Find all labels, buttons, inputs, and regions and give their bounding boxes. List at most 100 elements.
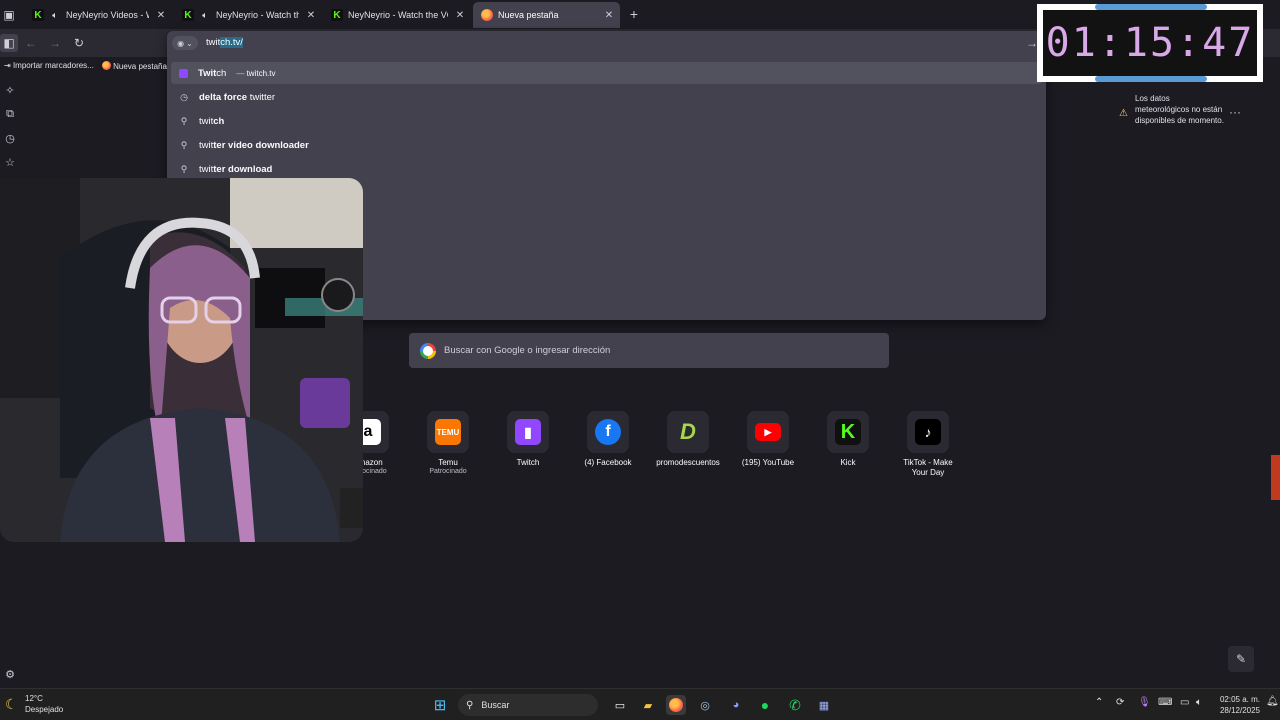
- chevron-down-icon: ⌄: [186, 38, 193, 48]
- back-arrow-icon[interactable]: ←: [22, 34, 40, 52]
- shortcut-tiktok[interactable]: ♪ TikTok - Make Your Day: [888, 411, 968, 478]
- shortcut-label: Kick: [840, 458, 856, 467]
- suggestion-bold: ter video downloader: [213, 139, 309, 151]
- stream-timer: 01:15:47: [1043, 10, 1257, 76]
- task-view-icon[interactable]: ▭: [610, 695, 630, 715]
- close-icon[interactable]: ✕: [154, 10, 168, 21]
- customize-pencil-icon[interactable]: ✎: [1228, 646, 1254, 672]
- suggestion-text: twitter video downloader: [199, 140, 309, 151]
- shortcut-promodescuentos[interactable]: D promodescuentos: [648, 411, 728, 468]
- discord-icon[interactable]: ◕: [726, 695, 746, 715]
- keyboard-icon[interactable]: ⌨: [1158, 697, 1172, 708]
- file-explorer-icon[interactable]: ▰: [638, 695, 658, 715]
- microphone-icon[interactable]: 🎙︎: [1138, 697, 1151, 708]
- tab-2[interactable]: K 🔈︎ NeyNeyrio - Watch the VOD ✕: [174, 2, 322, 28]
- suggestion-item[interactable]: ◷ delta force twitter: [171, 86, 1042, 108]
- speaker-icon[interactable]: 🔈︎: [49, 9, 61, 21]
- suggestion-plain: twit: [199, 139, 214, 151]
- sync-icon[interactable]: ⟳: [1116, 697, 1124, 708]
- settings-gear-icon[interactable]: ⚙: [3, 667, 17, 681]
- speaker-icon[interactable]: 🔈︎: [199, 9, 211, 21]
- windows-start-icon[interactable]: ⊞: [430, 695, 450, 715]
- suggestion-item[interactable]: ⚲ twitter video downloader: [171, 134, 1042, 156]
- temu-icon: TEMU: [435, 419, 461, 445]
- more-options-icon[interactable]: ···: [1229, 105, 1241, 119]
- url-typed-text: twit: [206, 37, 221, 48]
- spotify-icon[interactable]: ●: [755, 695, 775, 715]
- steam-icon[interactable]: ◎: [695, 695, 715, 715]
- app-icon[interactable]: ▦: [814, 695, 834, 715]
- close-icon[interactable]: ✕: [602, 10, 616, 21]
- taskbar-search-label: Buscar: [481, 700, 510, 710]
- search-icon: ⚲: [180, 115, 188, 126]
- taskbar-temp: 12°C: [25, 694, 43, 703]
- search-engine-selector[interactable]: ◉ ⌄: [172, 36, 198, 50]
- moon-weather-icon: ☾: [5, 696, 18, 712]
- suggestion-plain: twit: [199, 115, 214, 127]
- google-icon: [420, 342, 436, 359]
- taskbar-search[interactable]: ⚲ Buscar: [458, 694, 598, 716]
- search-icon: ⚲: [180, 139, 188, 150]
- suggestion-text: twitter download: [199, 164, 272, 175]
- suggestion-plain: twit: [199, 163, 214, 175]
- volume-icon[interactable]: 🔈︎: [1196, 697, 1202, 708]
- webcam-overlay: [0, 178, 363, 542]
- tab-3[interactable]: K NeyNeyrio - Watch the VOD on ✕: [323, 2, 471, 28]
- synced-tabs-icon[interactable]: ⧉: [3, 107, 17, 121]
- history-icon: ◷: [180, 91, 188, 102]
- kick-icon: K: [331, 9, 343, 21]
- search-placeholder: Buscar con Google o ingresar dirección: [444, 345, 611, 356]
- history-icon[interactable]: ◷: [3, 131, 17, 145]
- tab-new-tab[interactable]: Nueva pestaña ✕: [473, 2, 620, 28]
- tab-list-icon[interactable]: ▣: [0, 6, 18, 24]
- suggestion-bold: Twit: [198, 67, 217, 79]
- taskbar-weather-desc: Despejado: [25, 705, 64, 714]
- shortcut-facebook[interactable]: f (4) Facebook: [568, 411, 648, 468]
- search-icon: ⚲: [466, 699, 474, 711]
- suggestion-bold: ter download: [213, 163, 273, 175]
- google-icon: ◉: [177, 38, 185, 48]
- network-icon[interactable]: ▭: [1180, 697, 1189, 708]
- suggestion-item[interactable]: ⚲ twitter download: [171, 158, 1042, 180]
- shortcut-sponsored: Patrocinado: [429, 468, 467, 475]
- shortcut-temu[interactable]: TEMU Temu Patrocinado: [408, 411, 488, 475]
- close-icon[interactable]: ✕: [453, 10, 467, 21]
- new-tab-plus-icon[interactable]: +: [625, 5, 643, 23]
- suggestion-text: Twitch: [198, 68, 226, 79]
- sidebar-toggle-icon[interactable]: ◧: [0, 34, 18, 52]
- taskbar-date[interactable]: 28/12/2025: [1214, 706, 1260, 715]
- timer-bar-bottom: [1095, 76, 1207, 82]
- notifications-bell-icon[interactable]: 🔔︎: [1266, 696, 1279, 707]
- whatsapp-icon[interactable]: ✆: [785, 695, 805, 715]
- search-box[interactable]: Buscar con Google o ingresar dirección: [409, 333, 889, 368]
- tab-1[interactable]: K 🔈︎ NeyNeyrio Videos - Watch ✕: [24, 2, 172, 28]
- reload-icon[interactable]: ↻: [70, 34, 88, 52]
- shortcut-label: (4) Facebook: [584, 458, 632, 467]
- suggestion-item[interactable]: ⚲ twitch: [171, 110, 1042, 132]
- url-input[interactable]: twitch.tv/: [206, 37, 243, 48]
- bookmarks-star-icon[interactable]: ☆: [3, 155, 17, 169]
- shortcut-label: Twitch: [516, 458, 540, 467]
- suggestion-url-text: twitch.tv: [246, 68, 276, 78]
- background-window-fragment: [1271, 455, 1280, 500]
- suggestion-bold: delta force: [199, 91, 250, 103]
- shortcut-kick[interactable]: K Kick: [808, 411, 888, 468]
- forward-arrow-icon[interactable]: →: [46, 34, 64, 52]
- twitch-icon: ▮: [515, 419, 541, 445]
- taskbar-time[interactable]: 02:05 a. m.: [1216, 695, 1260, 704]
- close-icon[interactable]: ✕: [304, 10, 318, 21]
- bookmark-import[interactable]: ⇥ Importar marcadores...: [4, 61, 94, 70]
- show-hidden-icons-chevron[interactable]: ⌃: [1095, 697, 1103, 708]
- bookmarks-toolbar: ⇥ Importar marcadores... Nueva pestaña: [0, 57, 170, 74]
- suggestion-bold: ch: [213, 115, 225, 127]
- ai-chatbot-icon[interactable]: ✧: [3, 83, 17, 97]
- suggestion-text: twitch: [199, 116, 224, 127]
- bookmark-new-tab[interactable]: Nueva pestaña: [101, 60, 167, 71]
- bookmark-label: Nueva pestaña: [113, 61, 167, 71]
- shortcut-youtube[interactable]: ▶ (195) YouTube: [728, 411, 808, 468]
- bookmark-label: Importar marcadores...: [12, 61, 94, 70]
- firefox-taskbar-icon[interactable]: [666, 695, 686, 715]
- shortcut-label: TikTok - Make Your Day: [903, 458, 953, 477]
- suggestion-item[interactable]: Twitch — twitch.tv: [171, 62, 1042, 84]
- shortcut-twitch[interactable]: ▮ Twitch: [488, 411, 568, 468]
